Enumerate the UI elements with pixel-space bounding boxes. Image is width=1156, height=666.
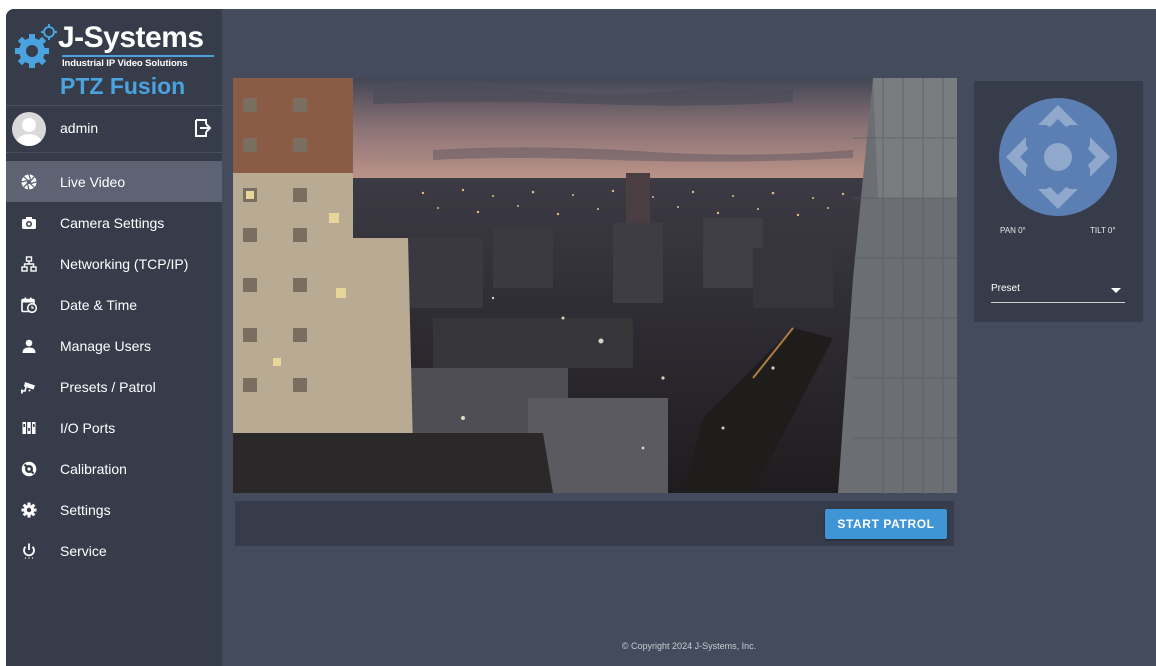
- brand-tagline: Industrial IP Video Solutions: [62, 58, 188, 69]
- nav-label: Service: [60, 542, 107, 559]
- nav-item-io-ports[interactable]: I/O Ports: [6, 407, 222, 448]
- nav-label: Camera Settings: [60, 214, 165, 231]
- brand-divider: [62, 55, 214, 57]
- aperture-icon: [20, 173, 38, 191]
- brand-name: J-Systems: [58, 21, 204, 54]
- preset-dropdown[interactable]: Preset: [991, 279, 1125, 303]
- nav-label: Live Video: [60, 173, 126, 190]
- logout-icon[interactable]: [194, 118, 212, 138]
- gear-icon: [20, 501, 38, 519]
- nav-label: Networking (TCP/IP): [60, 255, 189, 272]
- pan-readout: PAN 0°: [1000, 226, 1026, 235]
- ptz-control-panel: PAN 0° TILT 0° Preset: [974, 81, 1143, 322]
- video-frame: [233, 78, 957, 493]
- preset-selected-value: Preset: [991, 283, 1020, 294]
- tilt-readout: TILT 0°: [1090, 226, 1116, 235]
- nav-label: I/O Ports: [60, 419, 116, 436]
- nav-item-networking[interactable]: Networking (TCP/IP): [6, 243, 222, 284]
- copyright-footer: © Copyright 2024 J-Systems, Inc.: [621, 641, 757, 651]
- product-name: PTZ Fusion: [60, 73, 186, 99]
- calendar-clock-icon: [20, 296, 38, 314]
- user-panel: admin: [6, 105, 222, 153]
- sidebar: J-Systems Industrial IP Video Solutions …: [6, 9, 222, 666]
- security-camera-icon: [20, 378, 38, 396]
- nav-label: Date & Time: [60, 296, 138, 313]
- brand-logo: J-Systems Industrial IP Video Solutions …: [6, 9, 222, 101]
- username: admin: [60, 120, 99, 136]
- network-icon: [20, 255, 38, 273]
- ptz-joystick[interactable]: [998, 97, 1118, 217]
- nav-label: Calibration: [60, 460, 127, 477]
- nav-item-settings[interactable]: Settings: [6, 489, 222, 530]
- nav-item-date-time[interactable]: Date & Time: [6, 284, 222, 325]
- io-ports-icon: [20, 419, 38, 437]
- nav-item-presets-patrol[interactable]: Presets / Patrol: [6, 366, 222, 407]
- calibration-icon: [20, 460, 38, 478]
- nav-label: Settings: [60, 501, 111, 518]
- nav-item-live-video[interactable]: Live Video: [6, 161, 222, 202]
- camera-icon: [20, 214, 38, 232]
- live-video-feed[interactable]: [233, 78, 957, 493]
- gear-logo-icon: [15, 24, 57, 68]
- user-avatar-icon: [12, 112, 46, 146]
- nav-item-camera-settings[interactable]: Camera Settings: [6, 202, 222, 243]
- start-patrol-button[interactable]: START PATROL: [825, 509, 947, 539]
- app-window: J-Systems Industrial IP Video Solutions …: [6, 9, 1156, 666]
- nav-item-service[interactable]: Service: [6, 530, 222, 571]
- main-nav: Live Video Camera Settings Networking (T…: [6, 161, 222, 571]
- chevron-down-icon: [1111, 288, 1121, 293]
- nav-item-manage-users[interactable]: Manage Users: [6, 325, 222, 366]
- nav-label: Manage Users: [60, 337, 152, 354]
- patrol-toolbar: START PATROL: [235, 501, 954, 546]
- user-icon: [20, 337, 38, 355]
- power-icon: [20, 542, 38, 560]
- nav-label: Presets / Patrol: [60, 378, 156, 395]
- nav-item-calibration[interactable]: Calibration: [6, 448, 222, 489]
